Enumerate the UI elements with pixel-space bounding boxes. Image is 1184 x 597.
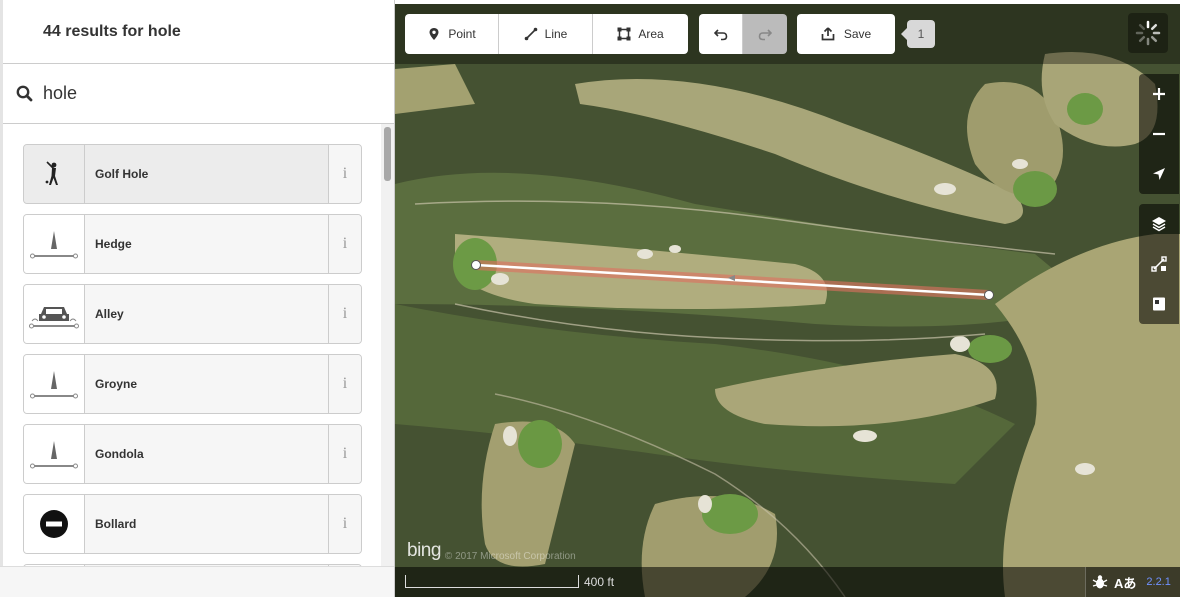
geolocate-button[interactable] [1139, 154, 1179, 194]
map-marker-icon [429, 28, 439, 40]
preset-info-button[interactable]: i [328, 495, 361, 553]
preset-info-button[interactable]: i [328, 215, 361, 273]
redo-icon [758, 29, 772, 41]
preset-info-button[interactable]: i [328, 145, 361, 203]
plus-icon [1153, 88, 1165, 100]
save-button[interactable]: Save [797, 14, 895, 54]
car-icon [24, 285, 85, 343]
scale-label: 400 ft [584, 575, 615, 589]
add-line-button[interactable]: Line [499, 14, 593, 54]
zoom-in-button[interactable] [1139, 74, 1179, 114]
preset-list: Golf Hole i Hedge i Alley i Groyne i Gon… [3, 124, 381, 567]
preset-info-button[interactable]: i [328, 425, 361, 483]
preset-info-button[interactable]: i [328, 355, 361, 413]
language-label[interactable]: Aあ [1114, 573, 1136, 592]
minus-icon [1153, 132, 1165, 136]
scrollbar-thumb[interactable] [384, 127, 391, 181]
area-draw-icon [617, 27, 631, 41]
area-label: Area [638, 27, 664, 41]
aerial-imagery [395, 4, 1180, 597]
add-point-button[interactable]: Point [405, 14, 499, 54]
attribution-text[interactable]: © 2017 Microsoft Corporation [445, 551, 576, 562]
preset-label: Alley [95, 307, 124, 321]
search-icon [16, 85, 33, 101]
line-draw-icon [524, 27, 537, 41]
top-toolbar: Point Line Area Save 1 [395, 4, 1180, 64]
bollard-icon [24, 495, 85, 553]
preset-item-hedge[interactable]: Hedge i [23, 214, 362, 274]
preset-item-groyne[interactable]: Groyne i [23, 354, 362, 414]
save-count-badge: 1 [901, 20, 935, 48]
version-link[interactable]: 2.2.1 [1146, 576, 1170, 588]
preset-search-bar [3, 64, 394, 124]
preset-label: Groyne [95, 377, 138, 391]
inspector-icon [1153, 297, 1165, 311]
preset-list-scrollbar[interactable] [381, 124, 394, 567]
line-icon [24, 425, 85, 483]
location-arrow-icon [1153, 168, 1165, 180]
map-data-pane-button[interactable] [1139, 244, 1179, 284]
bing-logo: bing [407, 540, 441, 561]
line-vertex-end [984, 290, 994, 300]
map-area[interactable]: Point Line Area Save 1 bing © 2017 Micro… [395, 4, 1180, 597]
loading-spinner-icon [1128, 13, 1168, 53]
search-input[interactable] [43, 83, 343, 104]
line-icon [24, 215, 85, 273]
preset-label: Gondola [95, 447, 144, 461]
pane-controls [1139, 204, 1179, 324]
preset-info-button[interactable]: i [328, 285, 361, 343]
add-area-button[interactable]: Area [593, 14, 688, 54]
results-title: 44 results for hole [43, 22, 181, 40]
layers-icon [1152, 217, 1166, 232]
preset-item-golf-hole[interactable]: Golf Hole i [23, 144, 362, 204]
sidebar-footer [0, 566, 394, 597]
preset-label: Bollard [95, 517, 137, 531]
zoom-controls [1139, 74, 1179, 194]
line-icon [24, 355, 85, 413]
redo-button[interactable] [743, 14, 787, 54]
preset-label: Golf Hole [95, 167, 149, 181]
line-vertex-start [471, 260, 481, 270]
preset-item-bollard[interactable]: Bollard i [23, 494, 362, 554]
scale-bar[interactable] [405, 575, 579, 588]
golf-icon [24, 145, 85, 203]
upload-icon [821, 27, 835, 41]
point-label: Point [448, 27, 476, 41]
issues-pane-button[interactable] [1139, 284, 1179, 324]
zoom-out-button[interactable] [1139, 114, 1179, 154]
imagery-attribution: bing © 2017 Microsoft Corporation [407, 540, 576, 562]
preset-item-gondola[interactable]: Gondola i [23, 424, 362, 484]
bug-icon[interactable] [1092, 574, 1108, 590]
sidebar: 44 results for hole Golf Hole i [0, 0, 395, 597]
results-header: 44 results for hole [3, 0, 394, 64]
data-icon [1151, 256, 1167, 272]
footer-status: Aあ 2.2.1 [1085, 567, 1180, 597]
undo-icon [713, 29, 727, 41]
preset-item-alley[interactable]: Alley i [23, 284, 362, 344]
map-footer: 400 ft Aあ 2.2.1 [395, 567, 1180, 597]
undo-button[interactable] [699, 14, 743, 54]
background-pane-button[interactable] [1139, 204, 1179, 244]
line-label: Line [544, 27, 568, 41]
save-label: Save [843, 27, 872, 41]
preset-label: Hedge [95, 237, 132, 251]
